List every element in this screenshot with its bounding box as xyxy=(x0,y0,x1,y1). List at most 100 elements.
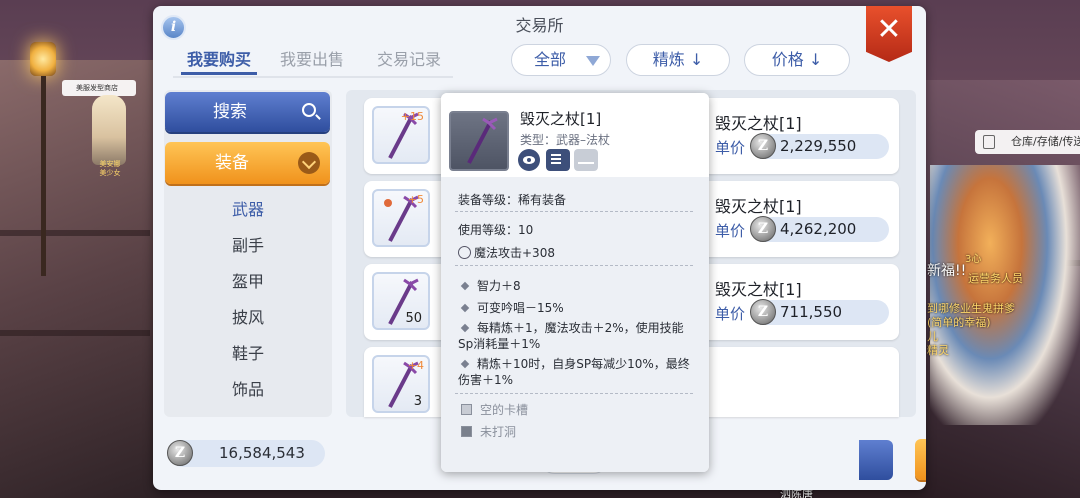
equip-level: 装备等级：稀有装备 xyxy=(458,193,567,207)
deck-plank xyxy=(0,230,150,236)
zeny-coin-icon: Z xyxy=(750,133,776,159)
sidebar-item-shoes[interactable]: 鞋子 xyxy=(164,339,332,369)
filter-all-label: 全部 xyxy=(533,50,566,69)
use-level: 使用等级：10 xyxy=(458,223,534,237)
npc-name: 美安娜 美少女 xyxy=(99,160,121,177)
tab-records[interactable]: 交易记录 xyxy=(373,47,445,75)
effect-line: 可变吟唱－15% xyxy=(458,299,564,316)
item-name: 毁灭之杖[1] xyxy=(715,114,802,133)
tooltip-body: 装备等级：稀有装备 使用等级：10 魔法攻击+308 智力＋8 可变吟唱－15%… xyxy=(441,177,709,472)
sidebar-item-accessory[interactable]: 饰品 xyxy=(164,375,332,405)
refine-level: +5 xyxy=(407,193,424,206)
npc-shop-tag[interactable]: 美服发型商店 xyxy=(62,80,136,96)
tooltip-header: 毁灭之杖[1] 类型：武器–法杖 xyxy=(441,93,709,177)
zeny-coin-icon: Z xyxy=(750,216,776,242)
lantern xyxy=(30,42,56,76)
item-price: 2,229,550 xyxy=(780,137,857,155)
tooltip-item-type: 类型：武器–法杖 xyxy=(520,133,611,147)
player-crowd[interactable] xyxy=(930,165,1080,425)
npc-warehouse-label: 仓库/存储/传送 xyxy=(1011,135,1080,148)
divider xyxy=(455,265,693,266)
zeny-balance: Z 16,584,543 xyxy=(167,440,325,467)
effect-line: 每精炼＋1，魔法攻击＋2%，使用技能Sp消耗量＋1% xyxy=(458,320,698,352)
card-slot-line: 未打洞 xyxy=(458,423,516,440)
player-name: 3心 xyxy=(965,254,982,265)
price-pill: Z 2,229,550 xyxy=(750,133,889,159)
item-quantity: 3 xyxy=(413,394,422,409)
search-button[interactable]: 搜索 xyxy=(165,92,330,132)
filter-all-dropdown[interactable]: 全部 xyxy=(511,44,611,76)
unit-price-label: 单价 xyxy=(715,305,746,323)
card-slot-icon[interactable] xyxy=(574,149,598,171)
item-tooltip: 毁灭之杖[1] 类型：武器–法杖 装备等级：稀有装备 使用等级：10 魔法攻击+… xyxy=(441,93,709,472)
staff-icon xyxy=(467,117,498,164)
magic-attack-icon xyxy=(458,246,471,259)
panel-title: 交易所 xyxy=(515,16,564,35)
effect-text: 智力＋8 xyxy=(477,279,521,293)
unit-price-label: 单价 xyxy=(715,139,746,157)
card-slot-line: 空的卡槽 xyxy=(458,401,528,418)
sidebar-item-armor[interactable]: 盔甲 xyxy=(164,267,332,297)
item-price: 4,262,200 xyxy=(780,220,857,238)
bullet-icon xyxy=(460,281,470,291)
scroll-icon xyxy=(983,135,995,149)
trade-tabs: 我要购买 我要出售 交易记录 xyxy=(173,44,453,78)
preview-eye-icon[interactable] xyxy=(518,149,540,171)
npc-warehouse-tag[interactable]: 仓库/存储/传送 xyxy=(975,130,1080,154)
tab-buy[interactable]: 我要购买 xyxy=(181,47,257,75)
zeny-balance-value: 16,584,543 xyxy=(219,444,305,462)
magic-attack: 魔法攻击+308 xyxy=(458,244,555,261)
divider xyxy=(455,211,693,212)
slot-text: 空的卡槽 xyxy=(480,403,529,417)
tooltip-item-image xyxy=(449,111,509,171)
buy-button[interactable]: 购买 xyxy=(915,439,926,480)
item-name: 毁灭之杖[1] xyxy=(715,280,802,299)
action-button[interactable] xyxy=(859,440,893,480)
item-thumbnail: +15 xyxy=(372,106,430,164)
close-icon[interactable]: ✕ xyxy=(866,6,912,62)
item-quantity: 50 xyxy=(405,311,422,326)
effect-line: 智力＋8 xyxy=(458,277,521,294)
search-button-label: 搜索 xyxy=(213,102,247,122)
zeny-coin-icon: Z xyxy=(750,299,776,325)
item-thumbnail: +5 xyxy=(372,189,430,247)
effect-text: 可变吟唱－15% xyxy=(477,301,564,315)
lantern-pole xyxy=(41,76,46,276)
tab-sell[interactable]: 我要出售 xyxy=(277,47,347,75)
deck-plank xyxy=(0,330,150,336)
slot-empty-icon xyxy=(461,404,472,415)
price-pill: Z 711,550 xyxy=(750,299,889,325)
category-equipment-label: 装备 xyxy=(215,153,249,173)
ship-deck-left xyxy=(0,60,160,498)
item-name: 毁灭之杖[1] xyxy=(715,197,802,216)
slot-text: 未打洞 xyxy=(480,425,517,439)
player-name: 精灵 xyxy=(927,344,949,357)
bullet-icon xyxy=(460,303,470,313)
sidebar-item-weapon[interactable]: 武器 xyxy=(164,195,332,225)
player-title: 运营务人员 xyxy=(968,272,1023,285)
refine-level: +15 xyxy=(400,110,424,123)
category-equipment-button[interactable]: 装备 xyxy=(165,142,330,184)
divider xyxy=(455,393,693,394)
sort-price-button[interactable]: 价格 ↓ xyxy=(744,44,850,76)
refine-level: +4 xyxy=(407,359,424,372)
sidebar-item-offhand[interactable]: 副手 xyxy=(164,231,332,261)
sidebar-item-cloak[interactable]: 披风 xyxy=(164,303,332,333)
bullet-icon xyxy=(460,323,470,333)
bullet-icon xyxy=(460,359,470,369)
item-thumbnail: +4 3 xyxy=(372,355,430,413)
tooltip-item-name: 毁灭之杖[1] xyxy=(520,110,602,128)
zeny-coin-icon: Z xyxy=(167,440,193,466)
effect-text: 每精炼＋1，魔法攻击＋2%，使用技能Sp消耗量＋1% xyxy=(458,321,684,351)
search-icon xyxy=(302,103,316,117)
npc-character[interactable] xyxy=(92,95,126,165)
triangle-down-icon xyxy=(586,56,600,66)
unit-price-label: 单价 xyxy=(715,222,746,240)
slot-unopened-icon xyxy=(461,426,472,437)
item-thumbnail: 50 xyxy=(372,272,430,330)
sort-refine-button[interactable]: 精炼 ↓ xyxy=(626,44,730,76)
detail-list-icon[interactable] xyxy=(546,149,570,171)
effect-line: 精炼＋10时，自身SP每减少10%，最终伤害＋1% xyxy=(458,356,698,388)
info-icon[interactable]: i xyxy=(161,15,186,40)
effect-text: 精炼＋10时，自身SP每减少10%，最终伤害＋1% xyxy=(458,357,690,387)
